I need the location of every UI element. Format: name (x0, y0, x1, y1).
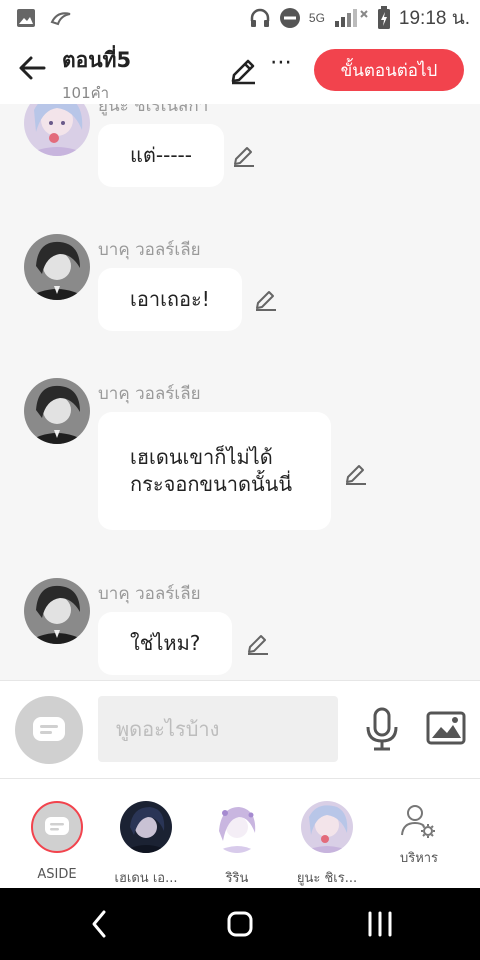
chat-area[interactable]: ยูนะ ชิเรเนสกา แต่----- บาคุ วอลร์เลีย เ… (0, 104, 480, 680)
nav-back-icon[interactable] (80, 908, 120, 940)
avatar (24, 104, 90, 156)
person-gear-icon (401, 805, 435, 838)
bird-icon (50, 12, 71, 26)
composer (0, 680, 480, 778)
pencil-icon[interactable] (228, 56, 258, 86)
message-bubble[interactable]: ใช่ไหม? (98, 612, 233, 675)
sender-name: ยูนะ ชิเรเนสกา (98, 104, 209, 116)
message-bubble[interactable]: เอาเถอะ! (98, 268, 242, 331)
character-label: ASIDE (37, 867, 77, 882)
sender-name: บาคุ วอลร์เลีย (98, 240, 201, 260)
headphones-icon (250, 8, 270, 27)
character-ririn[interactable]: ริริน (192, 801, 282, 888)
avatar (24, 234, 90, 300)
more-options-button[interactable]: ⋯ (270, 50, 293, 75)
header: ตอนที่5 101คำ ⋯ ขั้นตอนต่อไป (0, 36, 480, 104)
gallery-icon (17, 9, 35, 27)
avatar (211, 801, 263, 853)
system-nav-bar (0, 888, 480, 960)
message-bubble[interactable]: เฮเดนเขาก็ไม่ได้กระจอกขนาดนั้นนี่ (98, 412, 331, 530)
microphone-icon[interactable] (364, 707, 400, 751)
character-label: ยูนะ ชิเร... (296, 871, 358, 886)
message-input[interactable] (98, 696, 338, 762)
avatar (24, 578, 90, 644)
aside-toggle-button[interactable] (15, 696, 83, 764)
page-title: ตอนที่5 (62, 48, 132, 72)
avatar (301, 801, 353, 853)
status-bar: 5G 19:18 น. (0, 0, 480, 36)
chat-bubble-icon (45, 817, 69, 835)
clock: 19:18 น. (398, 8, 470, 29)
image-icon[interactable] (426, 711, 466, 745)
network-type: 5G (308, 11, 325, 25)
character-aside[interactable]: ASIDE (12, 801, 102, 882)
character-label: ริริน (225, 871, 249, 886)
signal-icon (334, 9, 368, 27)
avatar (120, 801, 172, 853)
character-label: บริหาร (399, 851, 439, 866)
sender-name: บาคุ วอลร์เลีย (98, 584, 201, 604)
dnd-icon (279, 8, 300, 28)
aside-avatar (31, 801, 83, 853)
pencil-icon[interactable] (246, 632, 270, 656)
next-step-button[interactable]: ขั้นตอนต่อไป (314, 49, 464, 91)
word-count: 101คำ (62, 84, 110, 102)
message-bubble[interactable]: แต่----- (98, 124, 224, 187)
nav-home-icon[interactable] (220, 908, 260, 940)
arrow-left-icon[interactable] (16, 52, 48, 84)
chat-bubble-icon (33, 717, 65, 741)
sender-name: บาคุ วอลร์เลีย (98, 384, 201, 404)
battery-icon (377, 6, 390, 29)
character-yuna[interactable]: ยูนะ ชิเร... (282, 801, 372, 888)
character-label: เฮเดน เอ... (114, 871, 178, 886)
pencil-icon[interactable] (232, 144, 256, 168)
pencil-icon[interactable] (254, 288, 278, 312)
pencil-icon[interactable] (344, 462, 368, 486)
avatar (24, 378, 90, 444)
character-heiden[interactable]: เฮเดน เอ... (101, 801, 191, 888)
manage-characters-button[interactable]: บริหาร (374, 801, 464, 868)
character-bar: ASIDE เฮเดน เอ... ริริน ยูนะ ชิเร... บริ… (0, 778, 480, 888)
title-block: ตอนที่5 101คำ (62, 44, 131, 105)
nav-recents-icon[interactable] (360, 908, 400, 940)
